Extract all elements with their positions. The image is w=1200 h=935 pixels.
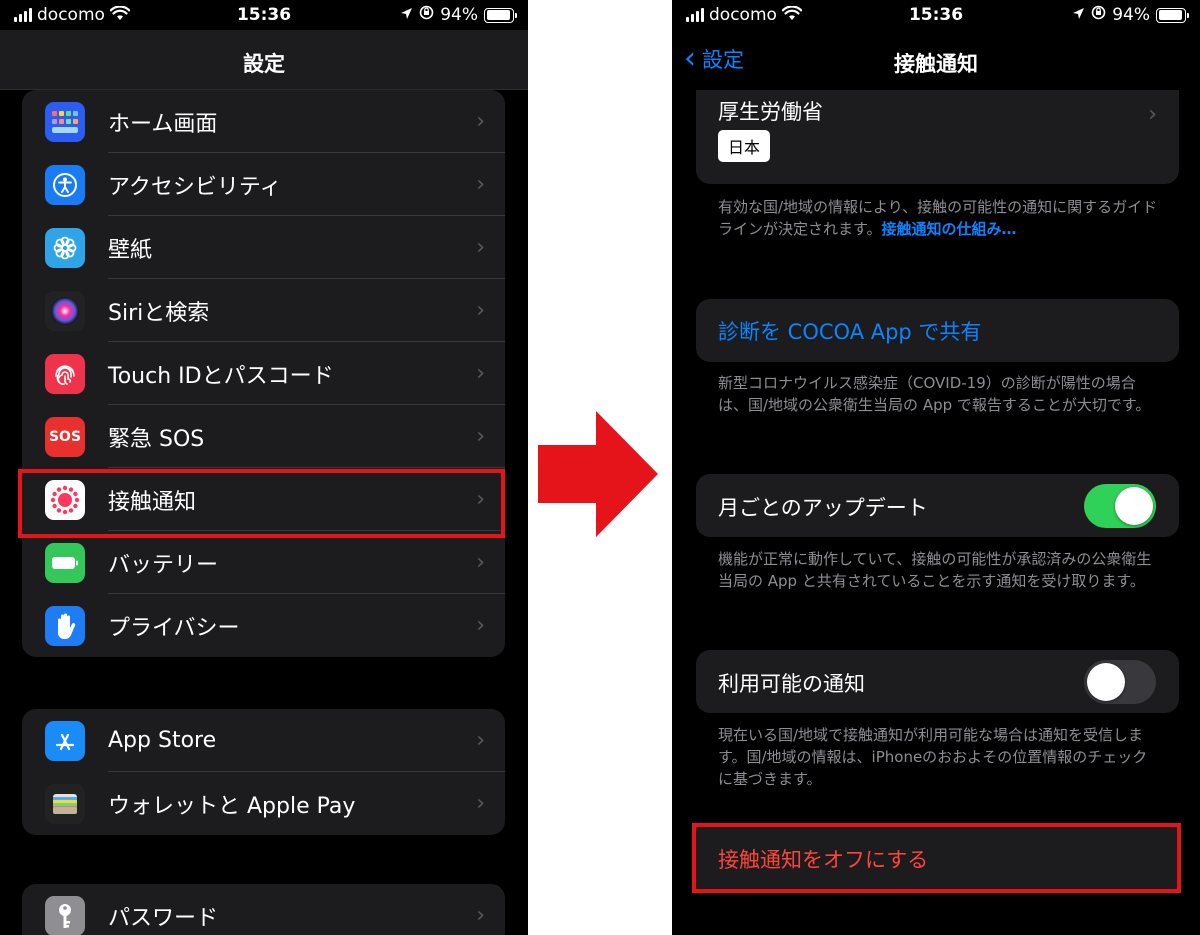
page-title: 接触通知 (894, 52, 978, 76)
settings-row-label: ウォレットと Apple Pay (108, 793, 356, 819)
settings-row-label: ホーム画面 (108, 111, 218, 137)
authority-name: 厚生労働省 (718, 100, 823, 124)
chevron-right-icon: › (476, 550, 485, 575)
battery-icon (45, 542, 85, 583)
settings-screen: docomo 15:36 94% 設定 ホーム画面 › アクセシビリティ › 壁紙 › Si… (0, 0, 528, 935)
how-it-works-link[interactable]: 接触通知の仕組み… (882, 220, 1017, 238)
settings-group-passwords: パスワード › (22, 884, 505, 935)
availability-toggle[interactable] (1084, 660, 1156, 704)
authority-row[interactable]: 厚生労働省 日本 › (696, 90, 1179, 184)
monthly-update-label: 月ごとのアップデート (718, 496, 928, 520)
siri-icon (45, 290, 85, 331)
location-icon (1072, 5, 1085, 25)
settings-row-app-store[interactable]: App Store › (22, 709, 505, 772)
wallet-icon (45, 783, 85, 824)
navigation-bar: ‹ 設定 接触通知 (672, 30, 1200, 90)
app-store-icon (45, 720, 85, 761)
accessibility-icon (45, 164, 85, 205)
chevron-right-icon: › (476, 172, 485, 197)
share-note: 新型コロナウイルス感染症（COVID-19）の診断が陽性の場合は、国/地域の公衆… (718, 374, 1151, 414)
sos-icon: SOS (45, 416, 85, 457)
chevron-right-icon: › (476, 903, 485, 928)
chevron-right-icon: › (476, 791, 485, 816)
settings-row-label: Siriと検索 (108, 300, 210, 326)
settings-row-battery[interactable]: バッテリー › (22, 531, 505, 594)
region-badge: 日本 (718, 130, 771, 162)
settings-row-label: バッテリー (108, 552, 219, 578)
orientation-lock-icon (1091, 5, 1106, 25)
navigation-bar: 設定 (0, 30, 528, 90)
monthly-update-toggle[interactable] (1084, 484, 1156, 528)
share-diagnosis-label: 診断を COCOA App で共有 (718, 320, 982, 344)
battery-percent: 94% (1112, 5, 1150, 25)
settings-group-store: App Store › ウォレットと Apple Pay › (22, 709, 505, 835)
settings-row-label: App Store (108, 728, 217, 753)
availability-label: 利用可能の通知 (718, 672, 865, 696)
settings-row-label: Touch IDとパスコード (108, 363, 334, 389)
settings-row-sos[interactable]: SOS 緊急 SOS › (22, 405, 505, 468)
availability-note: 現在いる国/地域で接触通知が利用可能な場合は通知を受信します。国/地域の情報は、… (718, 726, 1148, 788)
availability-row: 利用可能の通知 (696, 650, 1179, 713)
status-bar: docomo 15:36 94% (672, 0, 1200, 30)
settings-row-privacy-hand[interactable]: プライバシー › (22, 594, 505, 657)
fingerprint-icon (45, 353, 85, 394)
settings-row-wallpaper[interactable]: 壁紙 › (22, 216, 505, 279)
share-diagnosis-button[interactable]: 診断を COCOA App で共有 (696, 299, 1179, 362)
settings-row-label: アクセシビリティ (108, 174, 282, 200)
settings-row-label: 壁紙 (108, 237, 153, 263)
highlight-box-turn-off (692, 823, 1181, 893)
battery-status-icon (484, 7, 517, 23)
authority-note: 有効な国/地域の情報により、接触の可能性の通知に関するガイドラインが決定されます… (718, 196, 1158, 240)
home-screen-icon (45, 101, 85, 142)
arrow-right-icon (538, 411, 658, 537)
monthly-update-note: 機能が正常に動作していて、接触の可能性が承認済みの公衆衛生当局の App と共有… (718, 550, 1152, 590)
chevron-right-icon: › (476, 728, 485, 753)
settings-row-fingerprint[interactable]: Touch IDとパスコード › (22, 342, 505, 405)
wallpaper-icon (45, 227, 85, 268)
settings-row-siri[interactable]: Siriと検索 › (22, 279, 505, 342)
battery-status-icon (1156, 7, 1189, 23)
settings-row-label: 緊急 SOS (108, 426, 205, 452)
privacy-hand-icon (45, 605, 85, 646)
settings-row-key[interactable]: パスワード › (22, 884, 505, 935)
location-icon (400, 5, 413, 25)
status-bar: docomo 15:36 94% (0, 0, 528, 30)
highlight-box-exposure (18, 469, 505, 538)
chevron-right-icon: › (476, 109, 485, 134)
orientation-lock-icon (419, 5, 434, 25)
settings-group-main: ホーム画面 › アクセシビリティ › 壁紙 › Siriと検索 › Touch IDとパスコード… (22, 90, 505, 657)
settings-row-label: パスワード (108, 905, 219, 931)
chevron-right-icon: › (1148, 102, 1157, 127)
settings-row-wallet[interactable]: ウォレットと Apple Pay › (22, 772, 505, 835)
page-title: 設定 (243, 52, 285, 76)
chevron-right-icon: › (476, 361, 485, 386)
monthly-update-row: 月ごとのアップデート (696, 474, 1179, 537)
chevron-right-icon: › (476, 298, 485, 323)
chevron-right-icon: › (476, 424, 485, 449)
settings-row-label: プライバシー (108, 615, 240, 641)
settings-row-home-screen[interactable]: ホーム画面 › (22, 90, 505, 153)
key-icon (45, 895, 85, 935)
chevron-right-icon: › (476, 235, 485, 260)
chevron-right-icon: › (476, 613, 485, 638)
battery-percent: 94% (440, 5, 478, 25)
settings-row-accessibility[interactable]: アクセシビリティ › (22, 153, 505, 216)
